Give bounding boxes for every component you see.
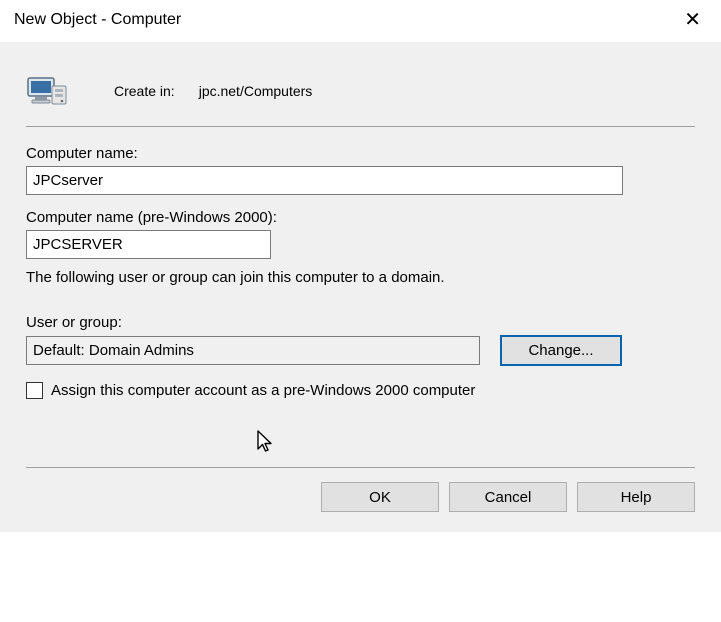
- create-in-row: Create in: jpc.net/Computers: [26, 60, 695, 126]
- titlebar: New Object - Computer ✕: [0, 0, 721, 42]
- join-domain-info: The following user or group can join thi…: [26, 269, 695, 286]
- pre2000-name-input[interactable]: [26, 230, 271, 259]
- assign-pre2000-checkbox[interactable]: [26, 382, 43, 399]
- assign-pre2000-label: Assign this computer account as a pre-Wi…: [51, 382, 475, 399]
- cursor-area: [26, 425, 695, 465]
- create-in-label: Create in:: [114, 83, 175, 99]
- assign-pre2000-row[interactable]: Assign this computer account as a pre-Wi…: [26, 382, 695, 399]
- form-area: Computer name: Computer name (pre-Window…: [26, 127, 695, 467]
- change-button[interactable]: Change...: [500, 335, 622, 366]
- dialog-content: Create in: jpc.net/Computers Computer na…: [0, 42, 721, 532]
- dialog-window: New Object - Computer ✕ Create in: jpc.n…: [0, 0, 721, 532]
- user-group-row: Change...: [26, 335, 695, 366]
- cursor-icon: [256, 429, 276, 458]
- create-in-path: jpc.net/Computers: [199, 83, 313, 99]
- window-title: New Object - Computer: [14, 11, 181, 29]
- cancel-button[interactable]: Cancel: [449, 482, 567, 512]
- close-icon[interactable]: ✕: [678, 10, 707, 30]
- pre2000-name-label: Computer name (pre-Windows 2000):: [26, 209, 695, 226]
- help-button[interactable]: Help: [577, 482, 695, 512]
- user-group-label: User or group:: [26, 314, 695, 331]
- dialog-button-row: OK Cancel Help: [26, 468, 695, 520]
- computer-icon: [26, 72, 70, 110]
- user-group-display: [26, 336, 480, 365]
- ok-button[interactable]: OK: [321, 482, 439, 512]
- computer-name-label: Computer name:: [26, 145, 695, 162]
- computer-name-input[interactable]: [26, 166, 623, 195]
